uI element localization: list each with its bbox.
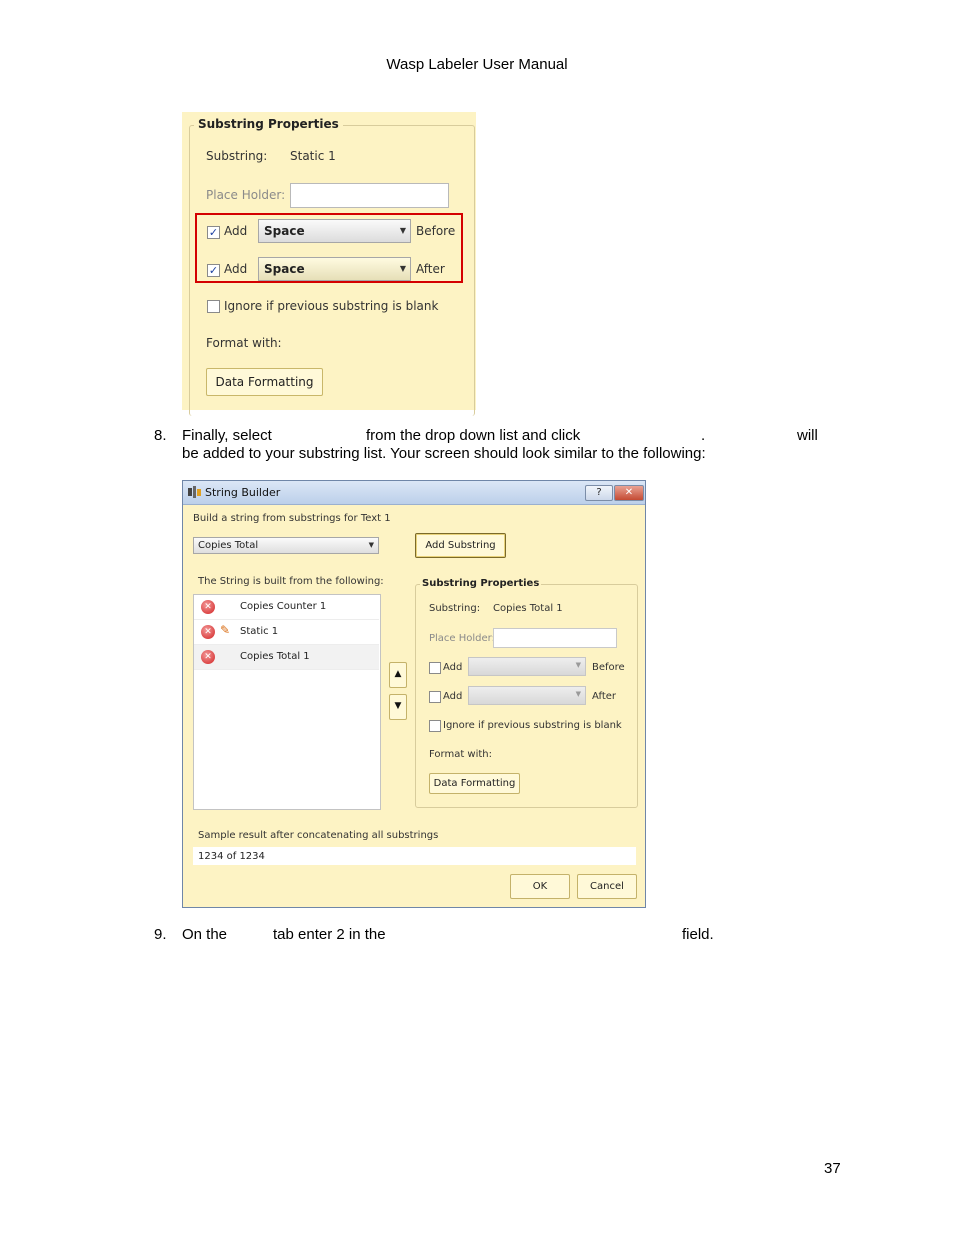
chevron-down-icon: ▼ [399,264,406,273]
list-item-label: Copies Total 1 [240,651,310,662]
after-label: After [416,262,445,276]
pencil-icon: ✎ [220,623,231,637]
add-before-label: Add [224,224,248,238]
dialog-add-after-label: Add [443,691,463,702]
delete-icon[interactable]: ✕ [201,650,215,664]
before-combo-value: Space [264,224,305,238]
substring-type-combo[interactable]: Copies Total ▼ [193,537,379,554]
dialog-substring-label: Substring: [429,603,481,614]
chevron-down-icon: ▼ [575,661,581,669]
step8-text-b: from the drop down list and click [366,427,581,444]
string-builder-app-icon [188,486,201,498]
dialog-placeholder-label: Place Holder: [429,633,495,644]
dialog-format-label: Format with: [429,749,493,760]
move-down-button[interactable]: ▼ [389,694,407,720]
dialog-add-after-checkbox[interactable] [429,691,441,703]
list-caption: The String is built from the following: [198,576,384,587]
dialog-substring-value: Copies Total 1 [493,603,563,614]
step9-number: 9. [154,926,167,943]
add-before-checkbox[interactable]: ✓ [207,226,220,239]
data-formatting-button[interactable]: Data Formatting [206,368,323,396]
dialog-before-combo[interactable]: ▼ [468,657,586,676]
substring-list: ✕ Copies Counter 1 ✕ ✎ Static 1 ✕ Copies… [193,594,381,810]
dialog-title: String Builder [205,486,281,499]
substring-label: Substring: [206,149,268,163]
delete-icon[interactable]: ✕ [201,600,215,614]
after-combo-value: Space [264,262,305,276]
step9-text-b: tab enter 2 in the [273,926,386,943]
dialog-ignore-checkbox[interactable] [429,720,441,732]
step8-text-c: . [701,427,706,444]
add-after-checkbox[interactable]: ✓ [207,264,220,277]
substring-value: Static 1 [290,149,336,163]
dialog-after-label: After [592,691,617,702]
step8-text-a: Finally, select [182,427,272,444]
sample-result-value: 1234 of 1234 [198,851,265,862]
placeholder-label: Place Holder: [206,188,286,202]
dialog-add-before-checkbox[interactable] [429,662,441,674]
dialog-titlebar: String Builder ? ✕ [183,481,645,505]
after-combo[interactable]: Space ▼ [258,257,411,281]
add-substring-button[interactable]: Add Substring [415,533,506,558]
list-item[interactable]: ✕ Copies Counter 1 [194,595,379,620]
ignore-label: Ignore if previous substring is blank [224,299,439,313]
sample-result: 1234 of 1234 [193,847,636,865]
before-label: Before [416,224,456,238]
dialog-subtitle: Build a string from substrings for Text … [193,513,391,524]
before-combo[interactable]: Space ▼ [258,219,411,243]
help-button[interactable]: ? [585,485,613,501]
add-after-label: Add [224,262,248,276]
cancel-button[interactable]: Cancel [577,874,637,899]
dialog-add-before-label: Add [443,662,463,673]
dialog-props-legend: Substring Properties [420,578,542,589]
list-item-label: Static 1 [240,626,279,637]
dialog-ignore-label: Ignore if previous substring is blank [443,720,622,731]
chevron-down-icon: ▼ [575,690,581,698]
chevron-down-icon: ▼ [399,226,406,235]
substring-properties-legend: Substring Properties [194,117,343,131]
dialog-after-combo[interactable]: ▼ [468,686,586,705]
dialog-substring-properties: Substring Properties Substring: Copies T… [415,578,638,808]
string-builder-dialog: String Builder ? ✕ Build a string from s… [182,480,646,908]
dialog-before-label: Before [592,662,625,673]
substring-type-value: Copies Total [198,540,259,551]
page-header: Wasp Labeler User Manual [386,56,568,73]
step9-text-c: field. [682,926,714,943]
delete-icon[interactable]: ✕ [201,625,215,639]
step8-number: 8. [154,427,167,444]
ignore-checkbox[interactable] [207,300,220,313]
move-up-button[interactable]: ▲ [389,662,407,688]
step9-text-a: On the [182,926,228,943]
list-item[interactable]: ✕ ✎ Static 1 [194,620,379,645]
step8-text-line2: be added to your substring list. Your sc… [182,445,706,462]
dialog-data-formatting-button[interactable]: Data Formatting [429,773,520,794]
step8-text-d: will [797,427,818,444]
substring-properties-screenshot: Substring Properties Substring: Static 1… [182,112,476,416]
list-item-label: Copies Counter 1 [240,601,327,612]
page-number: 37 [824,1160,841,1177]
format-label: Format with: [206,336,282,350]
sample-label: Sample result after concatenating all su… [198,830,439,841]
chevron-down-icon: ▼ [368,541,374,549]
ok-button[interactable]: OK [510,874,570,899]
list-item[interactable]: ✕ Copies Total 1 [194,645,379,670]
dialog-placeholder-input[interactable] [493,628,617,648]
placeholder-input[interactable] [290,183,449,208]
close-button[interactable]: ✕ [614,485,644,501]
